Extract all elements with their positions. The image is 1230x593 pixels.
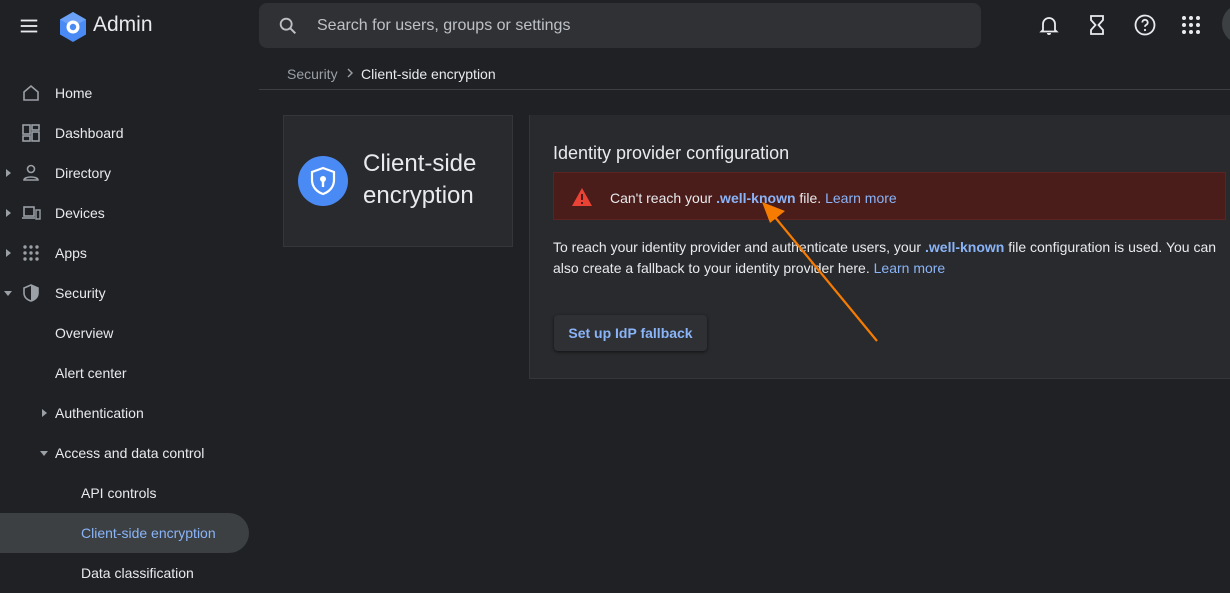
sidebar-item-authentication[interactable]: Authentication: [0, 393, 258, 433]
sidebar-item-overview[interactable]: Overview: [0, 313, 258, 353]
well-known-link[interactable]: .well-known: [716, 190, 795, 206]
idp-config-card: Identity provider configuration Can't re…: [529, 115, 1230, 379]
caret-down-icon[interactable]: [3, 288, 13, 298]
sidebar-item-label: Security: [55, 285, 106, 301]
sidebar-item-label: API controls: [81, 485, 157, 501]
apps-grid-icon[interactable]: [1179, 13, 1203, 37]
admin-logo-icon[interactable]: [57, 11, 89, 43]
menu-icon[interactable]: [18, 15, 40, 37]
sidebar-item-security[interactable]: Security: [0, 273, 258, 313]
summary-card: Client-side encryption: [283, 115, 513, 247]
shield-icon: [23, 284, 39, 302]
apps-grid-icon: [23, 245, 39, 261]
caret-right-icon[interactable]: [3, 248, 13, 258]
sidebar-item-label: Access and data control: [55, 445, 205, 461]
search-input[interactable]: [317, 3, 957, 48]
home-icon: [23, 84, 39, 101]
sidebar-item-label: Dashboard: [55, 125, 124, 141]
sidebar-item-label: Devices: [55, 205, 105, 221]
search-bar[interactable]: [259, 3, 981, 48]
app-title[interactable]: Admin: [93, 13, 153, 37]
description: To reach your identity provider and auth…: [553, 237, 1223, 279]
sidebar-item-label: Alert center: [55, 365, 127, 381]
sidebar-item-apps[interactable]: Apps: [0, 233, 258, 273]
caret-down-icon[interactable]: [39, 448, 49, 458]
caret-right-icon[interactable]: [3, 168, 13, 178]
error-alert: Can't reach your .well-known file. Learn…: [553, 172, 1226, 220]
sidebar-item-label: Data classification: [81, 565, 194, 581]
hourglass-icon[interactable]: [1085, 13, 1109, 37]
help-icon[interactable]: [1133, 13, 1157, 37]
setup-idp-fallback-button[interactable]: Set up IdP fallback: [554, 315, 707, 351]
sidebar-item-label: Home: [55, 85, 93, 101]
caret-right-icon[interactable]: [39, 408, 49, 418]
sidebar-item-devices[interactable]: Devices: [0, 193, 258, 233]
sidebar: Home Dashboard Directory Devices Apps Se…: [0, 52, 258, 581]
alert-prefix: Can't reach your: [610, 190, 713, 206]
breadcrumb: Security Client-side encryption: [259, 52, 1230, 90]
shield-lock-icon: [310, 166, 336, 196]
sidebar-item-client-side-encryption[interactable]: Client-side encryption: [0, 513, 249, 553]
breadcrumb-current: Client-side encryption: [361, 66, 496, 82]
alert-message: Can't reach your .well-known file. Learn…: [610, 190, 897, 206]
description-part1: To reach your identity provider and auth…: [553, 239, 922, 255]
devices-icon: [22, 206, 41, 220]
sidebar-item-access-and-data-control[interactable]: Access and data control: [0, 433, 258, 473]
description-well-known-link[interactable]: .well-known: [925, 239, 1004, 255]
sidebar-item-api-controls[interactable]: API controls: [0, 473, 258, 513]
alert-suffix: file.: [799, 190, 822, 206]
dashboard-icon: [22, 124, 40, 142]
description-learn-more-link[interactable]: Learn more: [874, 260, 946, 276]
person-icon: [23, 164, 39, 181]
avatar[interactable]: [1222, 4, 1230, 44]
sidebar-item-data-classification[interactable]: Data classification: [0, 553, 258, 593]
sidebar-item-label: Client-side encryption: [81, 525, 216, 541]
top-bar: Admin: [0, 0, 1230, 52]
sidebar-item-label: Apps: [55, 245, 87, 261]
caret-right-icon[interactable]: [3, 208, 13, 218]
sidebar-item-home[interactable]: Home: [0, 73, 258, 113]
bell-icon[interactable]: [1037, 13, 1061, 37]
encryption-badge: [298, 156, 348, 206]
sidebar-item-dashboard[interactable]: Dashboard: [0, 113, 258, 153]
search-icon[interactable]: [277, 15, 299, 37]
breadcrumb-security-link[interactable]: Security: [287, 66, 338, 82]
alert-learn-more-link[interactable]: Learn more: [825, 190, 897, 206]
section-title: Identity provider configuration: [553, 143, 790, 163]
sidebar-item-label: Authentication: [55, 405, 144, 421]
chevron-right-icon: [347, 68, 353, 78]
summary-card-title: Client-side encryption: [363, 150, 477, 209]
sidebar-item-label: Directory: [55, 165, 112, 181]
sidebar-item-label: Overview: [55, 325, 114, 341]
sidebar-item-alert-center[interactable]: Alert center: [0, 353, 258, 393]
sidebar-item-directory[interactable]: Directory: [0, 153, 258, 193]
warning-icon: [572, 188, 592, 206]
